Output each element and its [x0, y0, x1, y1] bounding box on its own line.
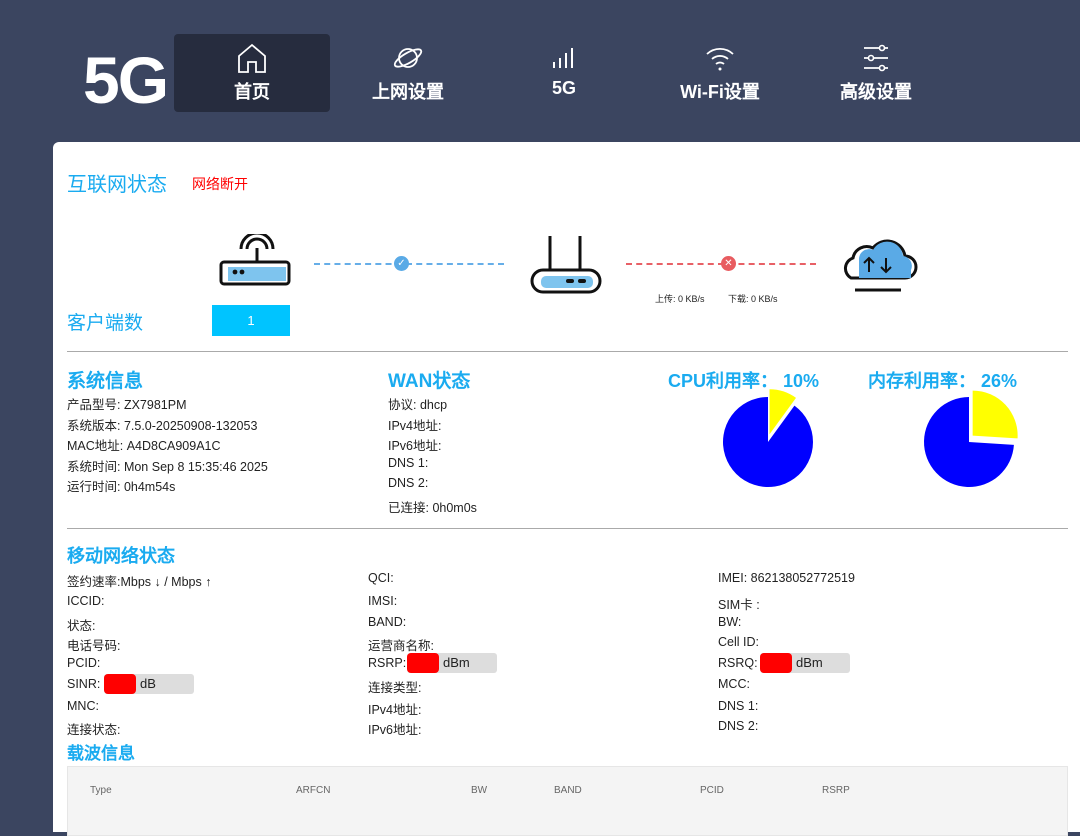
- nav-5g[interactable]: 5G: [486, 34, 642, 112]
- nav-wifi[interactable]: Wi-Fi设置: [642, 34, 798, 112]
- rsrq-value: dBm: [760, 653, 850, 673]
- mobile-status-row: BW:: [718, 615, 742, 629]
- mobile-status-row: DNS 1:: [718, 699, 759, 713]
- home-icon: [238, 43, 266, 73]
- mobile-status-row: MCC:: [718, 677, 750, 691]
- mobile-status-row: IMSI:: [368, 594, 398, 608]
- connection-status: 网络断开: [192, 176, 248, 192]
- cpu-pie-chart: [723, 389, 813, 487]
- mobile-status-row: IMEI: 862138052772519: [718, 571, 855, 585]
- rsrp-value: dBm: [407, 653, 497, 673]
- system-info-row: 系统时间: Mon Sep 8 15:35:46 2025: [67, 459, 268, 474]
- gateway-router-icon: [530, 236, 602, 294]
- wan-status-row: DNS 2:: [388, 476, 429, 490]
- redacted-value: [407, 653, 439, 673]
- wan-status-row: IPv4地址:: [388, 418, 442, 433]
- system-info-title: 系统信息: [67, 371, 144, 392]
- mobile-status-row: PCID:: [67, 656, 101, 670]
- system-info-row: MAC地址: A4D8CA909A1C: [67, 439, 221, 453]
- mobile-status-row: 签约速率:Mbps ↓ / Mbps ↑: [67, 575, 212, 589]
- divider: [67, 351, 1068, 352]
- wan-status-row: 协议: dhcp: [388, 398, 448, 412]
- wifi-icon: [706, 47, 734, 71]
- cloud-icon: [844, 239, 918, 292]
- unit-label: dBm: [796, 655, 823, 671]
- cpu-free-slice: [723, 397, 813, 487]
- download-rate: 下载: 0 KB/s: [728, 294, 778, 304]
- wan-status-row: 已连接: 0h0m0s: [388, 500, 477, 515]
- mobile-status-row: QCI:: [368, 571, 394, 585]
- mobile-status-row: RSRP:: [368, 656, 407, 670]
- clients-count[interactable]: 1: [212, 305, 290, 336]
- mobile-status-row: ICCID:: [67, 594, 105, 608]
- wan-status-row: IPv6地址:: [388, 439, 442, 453]
- wan-status-row: DNS 1:: [388, 455, 429, 470]
- mobile-status-row: Cell ID:: [718, 635, 759, 649]
- mobile-status-row: BAND:: [368, 615, 407, 629]
- carrier-table-header: RSRP: [822, 785, 850, 796]
- carrier-table-header: Type: [90, 785, 112, 796]
- memory-used-slice: [972, 390, 1018, 439]
- lan-link: [314, 263, 504, 265]
- carrier-table: [67, 766, 1068, 836]
- unit-label: dBm: [443, 655, 470, 671]
- system-info-row: 系统版本: 7.5.0-20250908-132053: [67, 418, 258, 433]
- nav-internet[interactable]: 上网设置: [330, 34, 486, 112]
- carrier-table-header: BW: [471, 785, 488, 796]
- clients-label: 客户端数: [67, 313, 144, 334]
- mobile-status-row: RSRQ:: [718, 656, 758, 670]
- mobile-status-row: 连接类型:: [368, 681, 422, 695]
- mobile-status-row: DNS 2:: [718, 719, 759, 733]
- wan-status-title: WAN状态: [388, 371, 471, 392]
- system-info-row: 运行时间: 0h4m54s: [67, 480, 176, 494]
- mobile-status-row: SIM卡 :: [718, 598, 760, 612]
- error-x-icon: ✕: [721, 256, 736, 271]
- nav-advanced[interactable]: 高级设置: [798, 34, 954, 112]
- carrier-table-header: PCID: [700, 785, 724, 796]
- signal-icon: [553, 48, 573, 68]
- check-icon: ✓: [394, 256, 409, 271]
- mobile-status-row: SINR:: [67, 677, 101, 691]
- mobile-status-row: IPv6地址:: [368, 723, 422, 737]
- mobile-status-row: 运营商名称:: [368, 639, 434, 653]
- mobile-status-row: 电话号码:: [67, 639, 121, 653]
- carrier-table-header: ARFCN: [296, 785, 331, 796]
- main-card: 互联网状态 网络断开 ✓ ✕ 上传: 0 KB/s 下载: 0 KB/s 客户端…: [53, 142, 1080, 836]
- redacted-value: [760, 653, 792, 673]
- mobile-status-row: 状态:: [67, 619, 96, 633]
- mobile-status-title: 移动网络状态: [67, 546, 175, 566]
- sinr-value: dB: [104, 674, 194, 694]
- mobile-status-row: IPv4地址:: [368, 703, 422, 717]
- system-info-row: 产品型号: ZX7981PM: [67, 398, 187, 412]
- internet-status-title: 互联网状态: [67, 174, 167, 196]
- mobile-status-row: MNC:: [67, 699, 99, 713]
- logo: 5G: [83, 43, 169, 117]
- carrier-info-title: 载波信息: [67, 744, 135, 763]
- nav-home[interactable]: 首页: [174, 34, 330, 112]
- divider: [67, 528, 1068, 529]
- redacted-value: [104, 674, 136, 694]
- mobile-status-row: 连接状态:: [67, 723, 121, 737]
- unit-label: dB: [140, 676, 156, 692]
- upload-rate: 上传: 0 KB/s: [655, 294, 705, 304]
- carrier-table-header: BAND: [554, 785, 582, 796]
- memory-pie-chart: [924, 390, 1018, 487]
- sliders-icon: [864, 44, 888, 72]
- client-router-icon: [219, 234, 291, 286]
- planet-icon: [393, 48, 423, 68]
